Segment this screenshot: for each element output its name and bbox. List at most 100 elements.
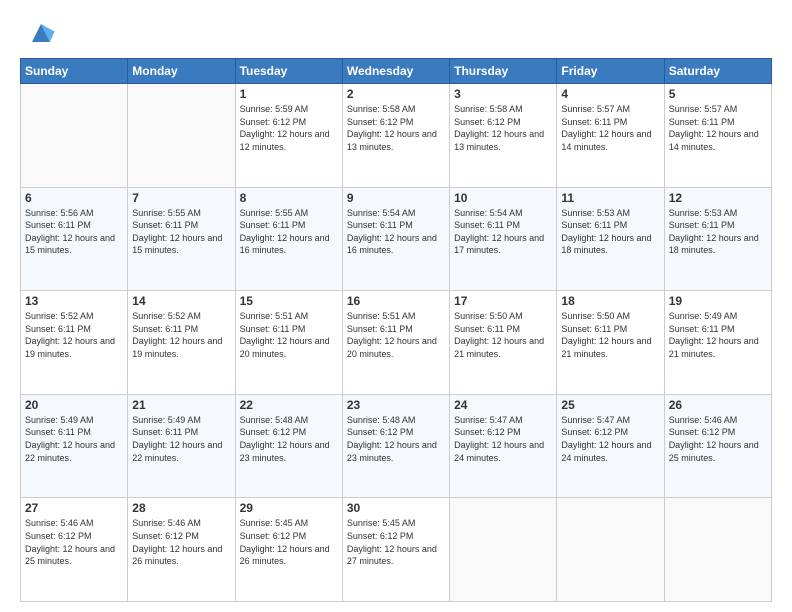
page: SundayMondayTuesdayWednesdayThursdayFrid… (0, 0, 792, 612)
calendar-week-5: 27Sunrise: 5:46 AM Sunset: 6:12 PM Dayli… (21, 498, 772, 602)
day-info: Sunrise: 5:46 AM Sunset: 6:12 PM Dayligh… (669, 414, 767, 464)
day-info: Sunrise: 5:55 AM Sunset: 6:11 PM Dayligh… (240, 207, 338, 257)
day-number: 2 (347, 87, 445, 101)
day-info: Sunrise: 5:54 AM Sunset: 6:11 PM Dayligh… (347, 207, 445, 257)
calendar-cell: 19 Sunrise: 5:49 AM Sunset: 6:11 PM Dayli… (664, 291, 771, 395)
calendar-cell: 9 Sunrise: 5:54 AM Sunset: 6:11 PM Daylig… (342, 187, 449, 291)
header (20, 18, 772, 48)
weekday-wednesday: Wednesday (342, 59, 449, 84)
day-info: Sunrise: 5:58 AM Sunset: 6:12 PM Dayligh… (347, 103, 445, 153)
day-info: Sunrise: 5:45 AM Sunset: 6:12 PM Dayligh… (240, 517, 338, 567)
day-number: 17 (454, 294, 552, 308)
day-info: Sunrise: 5:51 AM Sunset: 6:11 PM Dayligh… (240, 310, 338, 360)
day-number: 20 (25, 398, 123, 412)
calendar-cell: 28 Sunrise: 5:46 AM Sunset: 6:12 PM Dayli… (128, 498, 235, 602)
day-number: 15 (240, 294, 338, 308)
weekday-header-row: SundayMondayTuesdayWednesdayThursdayFrid… (21, 59, 772, 84)
day-info: Sunrise: 5:49 AM Sunset: 6:11 PM Dayligh… (25, 414, 123, 464)
weekday-friday: Friday (557, 59, 664, 84)
day-number: 30 (347, 501, 445, 515)
day-number: 3 (454, 87, 552, 101)
calendar-cell (664, 498, 771, 602)
day-info: Sunrise: 5:46 AM Sunset: 6:12 PM Dayligh… (25, 517, 123, 567)
day-info: Sunrise: 5:53 AM Sunset: 6:11 PM Dayligh… (561, 207, 659, 257)
calendar-cell: 8 Sunrise: 5:55 AM Sunset: 6:11 PM Daylig… (235, 187, 342, 291)
day-number: 9 (347, 191, 445, 205)
logo (20, 18, 56, 48)
calendar-cell: 17 Sunrise: 5:50 AM Sunset: 6:11 PM Dayli… (450, 291, 557, 395)
calendar-cell: 27Sunrise: 5:46 AM Sunset: 6:12 PM Dayli… (21, 498, 128, 602)
day-number: 24 (454, 398, 552, 412)
day-info: Sunrise: 5:58 AM Sunset: 6:12 PM Dayligh… (454, 103, 552, 153)
calendar-cell: 20 Sunrise: 5:49 AM Sunset: 6:11 PM Dayli… (21, 394, 128, 498)
calendar-cell (128, 84, 235, 188)
calendar-week-3: 13Sunrise: 5:52 AM Sunset: 6:11 PM Dayli… (21, 291, 772, 395)
weekday-monday: Monday (128, 59, 235, 84)
day-info: Sunrise: 5:57 AM Sunset: 6:11 PM Dayligh… (561, 103, 659, 153)
day-number: 19 (669, 294, 767, 308)
day-info: Sunrise: 5:49 AM Sunset: 6:11 PM Dayligh… (132, 414, 230, 464)
calendar-cell: 14 Sunrise: 5:52 AM Sunset: 6:11 PM Dayli… (128, 291, 235, 395)
calendar-cell: 2 Sunrise: 5:58 AM Sunset: 6:12 PM Daylig… (342, 84, 449, 188)
calendar-cell: 16Sunrise: 5:51 AM Sunset: 6:11 PM Dayli… (342, 291, 449, 395)
day-info: Sunrise: 5:48 AM Sunset: 6:12 PM Dayligh… (347, 414, 445, 464)
day-number: 21 (132, 398, 230, 412)
calendar-cell: 30 Sunrise: 5:45 AM Sunset: 6:12 PM Dayli… (342, 498, 449, 602)
day-number: 25 (561, 398, 659, 412)
calendar-cell: 24 Sunrise: 5:47 AM Sunset: 6:12 PM Dayli… (450, 394, 557, 498)
day-info: Sunrise: 5:46 AM Sunset: 6:12 PM Dayligh… (132, 517, 230, 567)
calendar-cell: 7Sunrise: 5:55 AM Sunset: 6:11 PM Daylig… (128, 187, 235, 291)
calendar-cell: 10 Sunrise: 5:54 AM Sunset: 6:11 PM Dayli… (450, 187, 557, 291)
weekday-sunday: Sunday (21, 59, 128, 84)
day-info: Sunrise: 5:57 AM Sunset: 6:11 PM Dayligh… (669, 103, 767, 153)
calendar-cell: 13Sunrise: 5:52 AM Sunset: 6:11 PM Dayli… (21, 291, 128, 395)
day-info: Sunrise: 5:50 AM Sunset: 6:11 PM Dayligh… (454, 310, 552, 360)
day-info: Sunrise: 5:47 AM Sunset: 6:12 PM Dayligh… (454, 414, 552, 464)
calendar-week-1: 1 Sunrise: 5:59 AM Sunset: 6:12 PM Daylig… (21, 84, 772, 188)
day-number: 12 (669, 191, 767, 205)
day-number: 8 (240, 191, 338, 205)
calendar-cell: 23 Sunrise: 5:48 AM Sunset: 6:12 PM Dayli… (342, 394, 449, 498)
day-info: Sunrise: 5:52 AM Sunset: 6:11 PM Dayligh… (132, 310, 230, 360)
day-number: 14 (132, 294, 230, 308)
day-info: Sunrise: 5:49 AM Sunset: 6:11 PM Dayligh… (669, 310, 767, 360)
day-number: 5 (669, 87, 767, 101)
day-info: Sunrise: 5:59 AM Sunset: 6:12 PM Dayligh… (240, 103, 338, 153)
day-number: 29 (240, 501, 338, 515)
day-info: Sunrise: 5:48 AM Sunset: 6:12 PM Dayligh… (240, 414, 338, 464)
day-number: 28 (132, 501, 230, 515)
day-info: Sunrise: 5:47 AM Sunset: 6:12 PM Dayligh… (561, 414, 659, 464)
day-number: 16 (347, 294, 445, 308)
day-number: 6 (25, 191, 123, 205)
day-info: Sunrise: 5:45 AM Sunset: 6:12 PM Dayligh… (347, 517, 445, 567)
day-info: Sunrise: 5:55 AM Sunset: 6:11 PM Dayligh… (132, 207, 230, 257)
calendar-week-2: 6 Sunrise: 5:56 AM Sunset: 6:11 PM Daylig… (21, 187, 772, 291)
day-number: 22 (240, 398, 338, 412)
day-number: 23 (347, 398, 445, 412)
calendar-cell (21, 84, 128, 188)
calendar-cell: 11 Sunrise: 5:53 AM Sunset: 6:11 PM Dayli… (557, 187, 664, 291)
calendar-cell: 18 Sunrise: 5:50 AM Sunset: 6:11 PM Dayli… (557, 291, 664, 395)
day-info: Sunrise: 5:52 AM Sunset: 6:11 PM Dayligh… (25, 310, 123, 360)
calendar-cell: 15 Sunrise: 5:51 AM Sunset: 6:11 PM Dayli… (235, 291, 342, 395)
calendar-cell: 4 Sunrise: 5:57 AM Sunset: 6:11 PM Daylig… (557, 84, 664, 188)
day-number: 18 (561, 294, 659, 308)
calendar-cell: 6 Sunrise: 5:56 AM Sunset: 6:11 PM Daylig… (21, 187, 128, 291)
calendar-table: SundayMondayTuesdayWednesdayThursdayFrid… (20, 58, 772, 602)
calendar-cell: 5 Sunrise: 5:57 AM Sunset: 6:11 PM Daylig… (664, 84, 771, 188)
calendar-cell: 26Sunrise: 5:46 AM Sunset: 6:12 PM Dayli… (664, 394, 771, 498)
weekday-saturday: Saturday (664, 59, 771, 84)
day-number: 11 (561, 191, 659, 205)
calendar-cell: 22 Sunrise: 5:48 AM Sunset: 6:12 PM Dayli… (235, 394, 342, 498)
day-number: 10 (454, 191, 552, 205)
day-info: Sunrise: 5:56 AM Sunset: 6:11 PM Dayligh… (25, 207, 123, 257)
day-number: 1 (240, 87, 338, 101)
day-number: 4 (561, 87, 659, 101)
logo-icon (26, 18, 56, 48)
calendar-cell: 1 Sunrise: 5:59 AM Sunset: 6:12 PM Daylig… (235, 84, 342, 188)
calendar-cell: 25 Sunrise: 5:47 AM Sunset: 6:12 PM Dayli… (557, 394, 664, 498)
calendar-cell: 12Sunrise: 5:53 AM Sunset: 6:11 PM Dayli… (664, 187, 771, 291)
day-info: Sunrise: 5:50 AM Sunset: 6:11 PM Dayligh… (561, 310, 659, 360)
weekday-thursday: Thursday (450, 59, 557, 84)
day-info: Sunrise: 5:54 AM Sunset: 6:11 PM Dayligh… (454, 207, 552, 257)
